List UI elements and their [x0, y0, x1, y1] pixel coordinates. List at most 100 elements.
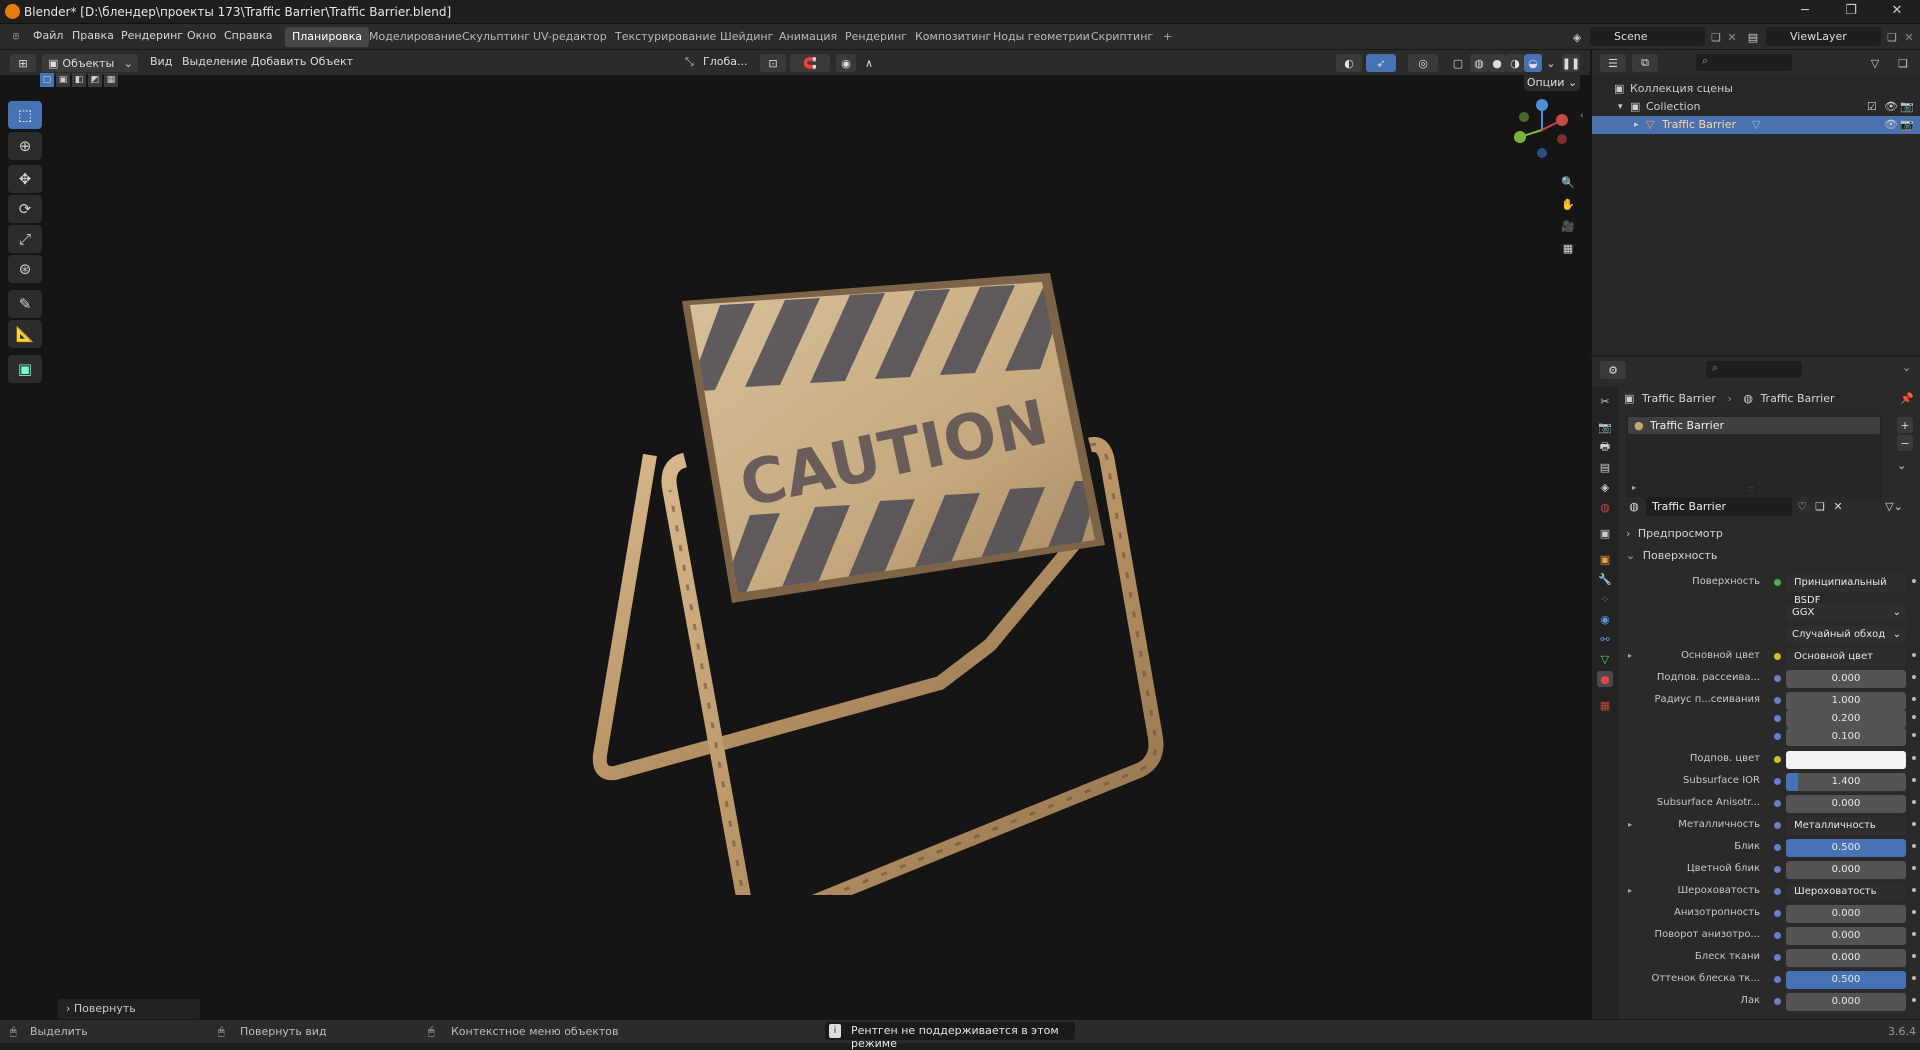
keyframe-dot-icon[interactable]: [1912, 778, 1916, 782]
keyframe-dot-icon[interactable]: [1912, 756, 1916, 760]
object-tab-icon[interactable]: ▣: [1597, 551, 1613, 567]
perspective-toggle-icon[interactable]: ▦: [1560, 240, 1576, 256]
surface-panel-header[interactable]: ⌄ Поверхность: [1622, 549, 1914, 567]
sidebar-toggle-icon[interactable]: ‹: [1580, 111, 1584, 121]
shading-options-icon[interactable]: ⌄: [1544, 54, 1558, 72]
keyframe-dot-icon[interactable]: [1912, 733, 1916, 737]
keyframe-dot-icon[interactable]: [1912, 844, 1916, 848]
keyframe-dot-icon[interactable]: [1912, 866, 1916, 870]
remove-slot-icon[interactable]: −: [1897, 435, 1913, 451]
duplicate-material-icon[interactable]: ❏: [1812, 497, 1828, 515]
snap-toggle-icon[interactable]: 🧲: [790, 54, 830, 72]
material-tab-icon[interactable]: ●: [1597, 671, 1613, 687]
number-field[interactable]: 0.200: [1786, 710, 1906, 728]
neg-x-axis-icon[interactable]: [1557, 134, 1567, 144]
view-layer-tab-icon[interactable]: ▤: [1597, 459, 1613, 475]
slot-specials-icon[interactable]: ⌄: [1897, 459, 1906, 472]
data-tab-icon[interactable]: ▽: [1597, 651, 1613, 667]
socket-icon[interactable]: [1774, 932, 1781, 939]
workspace-tab[interactable]: UV-редактор: [526, 27, 614, 47]
y-axis-icon[interactable]: [1514, 131, 1526, 143]
keyframe-dot-icon[interactable]: [1912, 976, 1916, 980]
enum-dropdown[interactable]: GGX ⌄: [1786, 604, 1906, 622]
workspace-tab[interactable]: Композитинг: [908, 27, 998, 47]
z-axis-icon[interactable]: [1536, 99, 1548, 111]
move-tool[interactable]: ✥: [8, 165, 42, 193]
view-layer-selector[interactable]: ViewLayer: [1766, 27, 1881, 46]
expand-arrow-icon[interactable]: ▸: [1628, 886, 1632, 895]
scene-selector[interactable]: Scene: [1590, 27, 1705, 46]
delete-scene-icon[interactable]: ✕: [1724, 29, 1740, 45]
number-field[interactable]: 0.100: [1786, 728, 1906, 746]
socket-icon[interactable]: [1774, 653, 1781, 660]
number-slider[interactable]: 0.500: [1786, 839, 1906, 857]
material-slot-item[interactable]: ● Traffic Barrier: [1628, 417, 1880, 434]
menu-help[interactable]: Справка: [224, 29, 272, 42]
keyframe-dot-icon[interactable]: [1912, 715, 1916, 719]
cursor-tool[interactable]: ⊕: [8, 132, 42, 160]
mode-selector[interactable]: ▣ Объекты ⌄: [42, 54, 138, 72]
expand-arrow-icon[interactable]: ▸: [1628, 820, 1632, 829]
keyframe-dot-icon[interactable]: [1912, 822, 1916, 826]
pause-render-icon[interactable]: ❚❚: [1562, 54, 1580, 72]
options-dropdown[interactable]: Опции ⌄: [1524, 73, 1580, 91]
expand-arrow-icon[interactable]: ▸: [1634, 116, 1639, 134]
socket-icon[interactable]: [1774, 910, 1781, 917]
socket-icon[interactable]: [1774, 675, 1781, 682]
wireframe-shading-icon[interactable]: ◍: [1470, 54, 1488, 72]
add-slot-icon[interactable]: +: [1897, 417, 1913, 433]
last-operator-panel[interactable]: › Повернуть: [58, 999, 200, 1019]
socket-icon[interactable]: [1774, 954, 1781, 961]
number-field[interactable]: 0.000: [1786, 927, 1906, 945]
visibility-selector-icon[interactable]: ◐: [1336, 54, 1362, 72]
socket-icon[interactable]: [1774, 579, 1781, 586]
scene-tab-icon[interactable]: ◈: [1597, 479, 1613, 495]
world-tab-icon[interactable]: ◍: [1597, 499, 1613, 515]
socket-icon[interactable]: [1774, 800, 1781, 807]
rendered-shading-icon[interactable]: ◒: [1524, 54, 1542, 72]
workspace-tab[interactable]: Моделирование: [362, 27, 469, 47]
workspace-tab[interactable]: Ноды геометрии: [986, 27, 1097, 47]
x-axis-icon[interactable]: [1556, 114, 1568, 126]
workspace-tab[interactable]: Анимация: [772, 27, 844, 47]
delete-view-layer-icon[interactable]: ✕: [1901, 29, 1917, 45]
number-field[interactable]: 0.000: [1786, 861, 1906, 879]
fake-user-icon[interactable]: ♡: [1794, 497, 1810, 515]
keyframe-dot-icon[interactable]: [1912, 954, 1916, 958]
new-view-layer-icon[interactable]: ❏: [1884, 29, 1900, 45]
keyframe-dot-icon[interactable]: [1912, 998, 1916, 1002]
add-cube-tool[interactable]: ▣: [8, 355, 42, 383]
socket-icon[interactable]: [1774, 888, 1781, 895]
scale-tool[interactable]: ⤢: [8, 225, 42, 253]
menu-view[interactable]: Вид: [150, 55, 172, 68]
solid-shading-icon[interactable]: ●: [1488, 54, 1506, 72]
keyframe-dot-icon[interactable]: [1912, 579, 1916, 583]
workspace-tab[interactable]: Шейдинг: [713, 27, 780, 47]
output-tab-icon[interactable]: 🖶: [1597, 439, 1613, 455]
keyframe-dot-icon[interactable]: [1912, 932, 1916, 936]
keyframe-dot-icon[interactable]: [1912, 888, 1916, 892]
render-tab-icon[interactable]: 📷: [1597, 419, 1613, 435]
zoom-icon[interactable]: 🔍: [1560, 174, 1576, 190]
unlink-material-icon[interactable]: ✕: [1830, 497, 1846, 515]
workspace-tab[interactable]: Текстурирование: [608, 27, 723, 47]
measure-tool[interactable]: 📐: [8, 320, 42, 348]
expand-arrow-icon[interactable]: ▾: [1618, 98, 1623, 116]
outliner-search-input[interactable]: ⌕: [1696, 54, 1792, 71]
keyframe-dot-icon[interactable]: [1912, 675, 1916, 679]
render-camera-icon[interactable]: 📷: [1900, 98, 1914, 116]
select-intersect-icon[interactable]: ▦: [104, 73, 118, 87]
color-swatch[interactable]: [1786, 751, 1906, 769]
new-collection-icon[interactable]: ❏: [1892, 54, 1914, 72]
constraints-tab-icon[interactable]: ⚯: [1597, 631, 1613, 647]
menu-render[interactable]: Рендеринг: [121, 29, 183, 42]
workspace-tab[interactable]: Планировка: [285, 27, 369, 47]
socket-icon[interactable]: [1774, 866, 1781, 873]
socket-icon[interactable]: [1774, 998, 1781, 1005]
number-field[interactable]: 0.000: [1786, 905, 1906, 923]
number-field[interactable]: 0.000: [1786, 949, 1906, 967]
new-scene-icon[interactable]: ❏: [1708, 29, 1724, 45]
socket-icon[interactable]: [1774, 778, 1781, 785]
viewport-3d[interactable]: ▢ ▣ ◧ ◩ ▦ Опции ⌄ ⬚ ⊕ ✥ ⟳ ⤢ ⊛ ✎ 📐 ▣ 🔍 ✋ …: [0, 73, 1590, 1019]
xray-toggle-icon[interactable]: ▢: [1448, 54, 1468, 72]
